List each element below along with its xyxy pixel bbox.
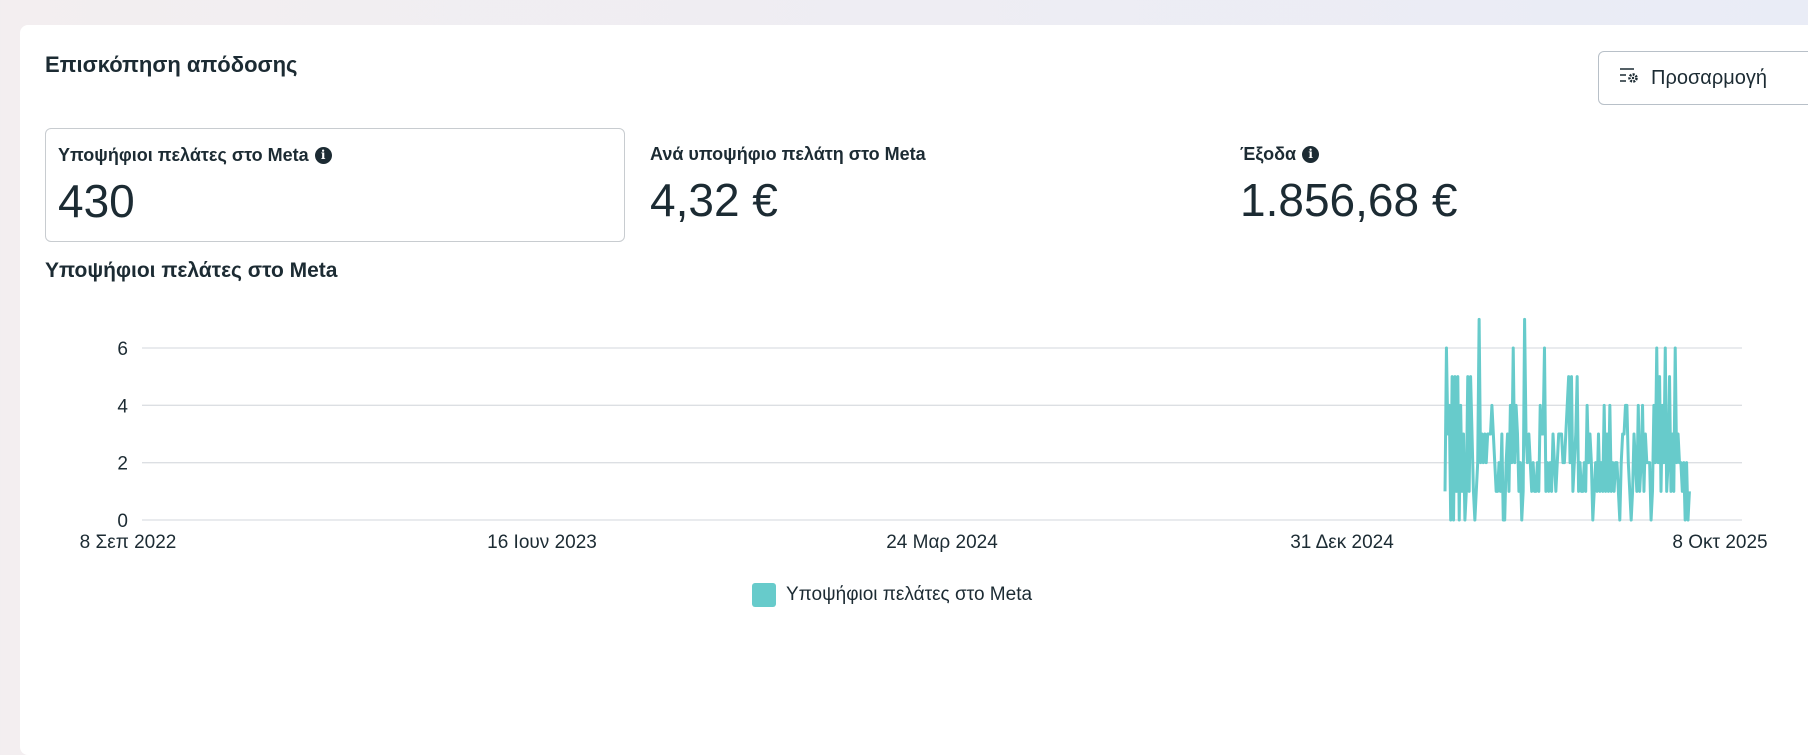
y-tick-label: 0 (117, 511, 128, 532)
x-tick-label: 8 Οκτ 2025 (1672, 532, 1767, 553)
series-line (1443, 317, 1691, 522)
y-tick-label: 4 (117, 396, 128, 417)
legend-label: Υποψήφιοι πελάτες στο Meta (786, 584, 1033, 605)
chart-legend[interactable]: Υποψήφιοι πελάτες στο Meta (752, 583, 1032, 607)
leads-line-chart: 0 2 4 6 8 Σεπ 2022 16 Ιουν 2023 24 Μαρ 2024 31 … (80, 317, 1768, 553)
x-tick-label: 31 Δεκ 2024 (1290, 532, 1394, 553)
y-tick-label: 6 (117, 339, 128, 360)
y-tick-label: 2 (117, 454, 128, 475)
x-tick-label: 16 Ιουν 2023 (487, 532, 597, 553)
x-tick-label: 24 Μαρ 2024 (886, 532, 998, 553)
x-tick-label: 8 Σεπ 2022 (80, 532, 177, 553)
legend-swatch (752, 583, 776, 607)
